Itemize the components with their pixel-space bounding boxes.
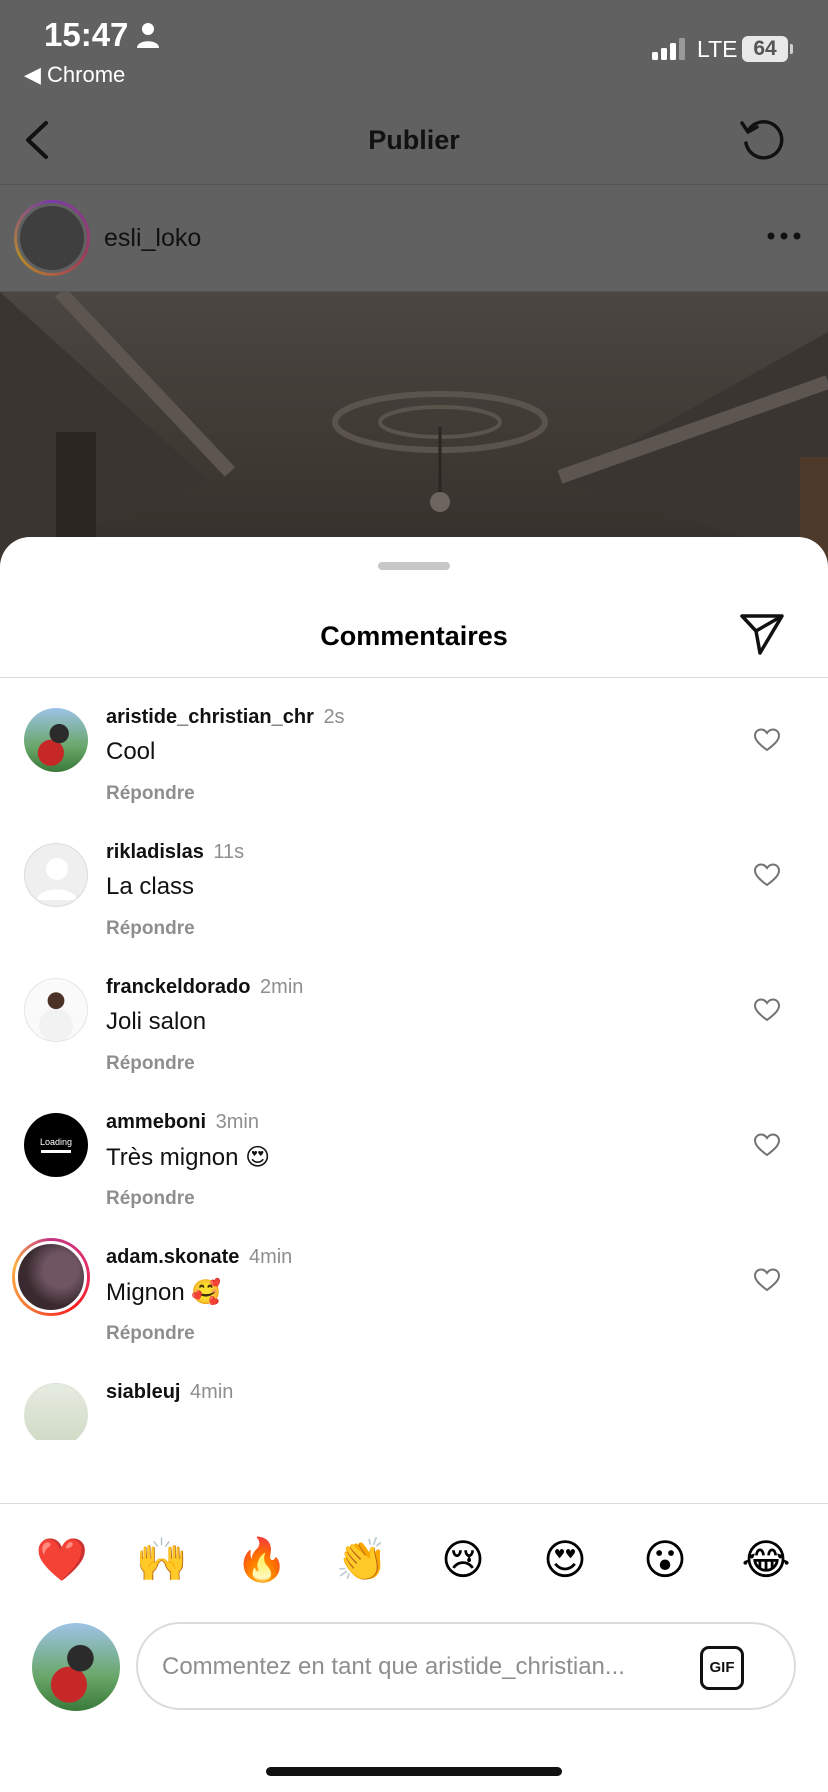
comment-age: 2s bbox=[323, 706, 345, 728]
sheet-title: Commentaires bbox=[320, 621, 508, 651]
emoji-clap-button[interactable]: 👏 bbox=[332, 1535, 392, 1585]
comment-meta: ammeboni 3min bbox=[106, 1111, 259, 1134]
comment-age: 4min bbox=[190, 1381, 234, 1403]
comment-input[interactable]: Commentez en tant que aristide_christian… bbox=[136, 1622, 796, 1710]
commenter-avatar[interactable] bbox=[24, 708, 88, 772]
battery-tip bbox=[790, 44, 793, 54]
emoji-raised-hands-button[interactable]: 🙌 bbox=[132, 1535, 192, 1585]
heart-icon[interactable] bbox=[754, 1133, 780, 1157]
commenter-username[interactable]: adam.skonate bbox=[106, 1246, 239, 1268]
network-label: LTE bbox=[697, 36, 738, 62]
comment-meta: rikladislas 11s bbox=[106, 841, 244, 864]
heart-icon[interactable] bbox=[754, 863, 780, 887]
heart-icon[interactable] bbox=[754, 1268, 780, 1292]
person-icon bbox=[137, 23, 159, 48]
comment-age: 2min bbox=[260, 976, 304, 998]
ceiling-image bbox=[0, 292, 828, 562]
heart-icon[interactable] bbox=[754, 998, 780, 1022]
commenter-username[interactable]: franckeldorado bbox=[106, 976, 250, 998]
comment-item: Loading ammeboni 3min Très mignon 😍 Répo… bbox=[0, 1083, 828, 1237]
quick-emoji-bar: ❤️ 🙌 🔥 👏 😢 😍 😮 😂 bbox=[0, 1505, 828, 1615]
post-photo bbox=[0, 292, 828, 562]
more-options-icon[interactable] bbox=[766, 230, 802, 242]
current-user-avatar bbox=[32, 1623, 120, 1711]
commenter-username[interactable]: ammeboni bbox=[106, 1111, 206, 1133]
comment-item: adam.skonate 4min Mignon 🥰 Répondre bbox=[0, 1218, 828, 1372]
reply-button[interactable]: Répondre bbox=[106, 1053, 195, 1075]
refresh-icon[interactable] bbox=[738, 115, 788, 165]
sheet-grabber[interactable] bbox=[378, 562, 450, 570]
commenter-avatar[interactable] bbox=[24, 1383, 88, 1440]
emoji-cry-button[interactable]: 😢 bbox=[433, 1535, 493, 1584]
post-header: esli_loko bbox=[0, 186, 828, 292]
divider bbox=[0, 1503, 828, 1504]
comment-text: Joli salon bbox=[106, 1008, 207, 1035]
battery-icon: 64 bbox=[742, 36, 788, 62]
share-icon[interactable] bbox=[738, 609, 786, 657]
comment-item: aristide_christian_chr 2s Cool Répondre bbox=[0, 678, 828, 832]
commenter-avatar[interactable] bbox=[24, 843, 88, 907]
heart-icon[interactable] bbox=[754, 728, 780, 752]
page-title: Publier bbox=[368, 125, 460, 155]
gif-button[interactable]: GIF bbox=[700, 1646, 744, 1690]
signal-icon bbox=[652, 38, 685, 60]
comment-item: siableuj 4min bbox=[0, 1353, 828, 1440]
comment-item: rikladislas 11s La class Répondre bbox=[0, 813, 828, 967]
commenter-username[interactable]: aristide_christian_chr bbox=[106, 706, 314, 728]
emoji-heart-button[interactable]: ❤️ bbox=[32, 1535, 92, 1585]
commenter-avatar[interactable] bbox=[12, 1238, 90, 1316]
comment-meta: adam.skonate 4min bbox=[106, 1246, 292, 1269]
comments-sheet: Commentaires aristide_christian_chr 2s C… bbox=[0, 537, 828, 1792]
commenter-avatar[interactable]: Loading bbox=[24, 1113, 88, 1177]
emoji-heart-eyes-button[interactable]: 😍 bbox=[535, 1535, 595, 1584]
comment-composer: Commentez en tant que aristide_christian… bbox=[0, 1613, 828, 1723]
home-indicator[interactable] bbox=[266, 1767, 562, 1776]
comment-age: 11s bbox=[213, 841, 245, 863]
comment-meta: franckeldorado 2min bbox=[106, 976, 303, 999]
reply-button[interactable]: Répondre bbox=[106, 1188, 195, 1210]
comment-text: Mignon 🥰 bbox=[106, 1279, 222, 1306]
avatar-loading-text: Loading bbox=[39, 1137, 73, 1147]
comment-list[interactable]: aristide_christian_chr 2s Cool Répondre … bbox=[0, 678, 828, 1440]
emoji-surprised-button[interactable]: 😮 bbox=[635, 1535, 695, 1584]
comment-text: Cool bbox=[106, 738, 156, 765]
nav-bar: Publier bbox=[0, 95, 828, 185]
commenter-username[interactable]: rikladislas bbox=[106, 841, 204, 863]
reply-button[interactable]: Répondre bbox=[106, 1323, 195, 1345]
commenter-username[interactable]: siableuj bbox=[106, 1381, 180, 1403]
status-time: 15:47 bbox=[44, 16, 129, 53]
status-bar: 15:47 ◀ Chrome LTE 64 bbox=[0, 0, 828, 95]
default-avatar-icon bbox=[37, 858, 77, 900]
reply-button[interactable]: Répondre bbox=[106, 918, 195, 940]
background-screen: 15:47 ◀ Chrome LTE 64 Publier esli_loko bbox=[0, 0, 828, 562]
comment-meta: aristide_christian_chr 2s bbox=[106, 706, 345, 729]
comment-age: 3min bbox=[215, 1111, 259, 1133]
emoji-fire-button[interactable]: 🔥 bbox=[232, 1535, 292, 1585]
comment-age: 4min bbox=[248, 1246, 293, 1268]
commenter-avatar[interactable] bbox=[24, 978, 88, 1042]
comment-text: La class bbox=[106, 873, 195, 900]
comment-meta: siableuj 4min bbox=[106, 1381, 233, 1404]
post-author-username[interactable]: esli_loko bbox=[104, 224, 201, 253]
comment-input-placeholder: Commentez en tant que aristide_christian… bbox=[162, 1653, 625, 1680]
comment-text: Très mignon 😍 bbox=[106, 1144, 271, 1171]
avatar-loading-bar bbox=[41, 1150, 71, 1153]
emoji-laugh-button[interactable]: 😂 bbox=[736, 1535, 796, 1584]
reply-button[interactable]: Répondre bbox=[106, 783, 195, 805]
post-author-avatar[interactable] bbox=[14, 200, 90, 276]
comment-item: franckeldorado 2min Joli salon Répondre bbox=[0, 948, 828, 1102]
back-to-app-link[interactable]: ◀ Chrome bbox=[24, 62, 125, 88]
